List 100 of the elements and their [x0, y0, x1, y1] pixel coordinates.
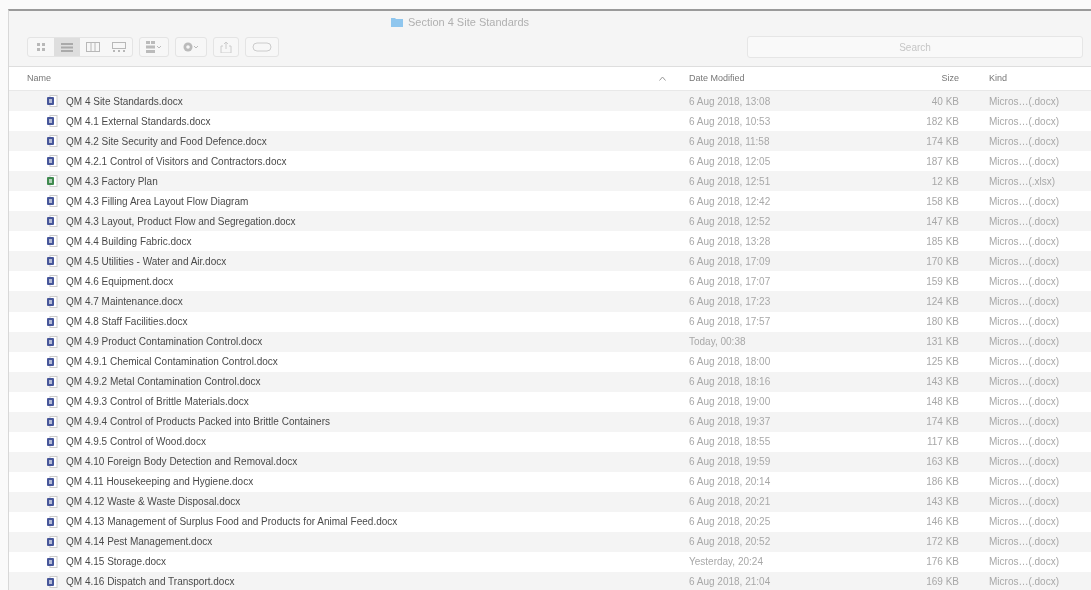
document-icon — [47, 535, 58, 548]
grid-icon — [146, 41, 162, 53]
size-cell: 143 KB — [926, 496, 959, 508]
icons-view-icon — [36, 42, 46, 52]
file-name[interactable]: QM 4.14 Pest Management.docx — [66, 536, 213, 548]
date-cell-text: 6 Aug 2018, 12:05 — [688, 155, 771, 167]
arrange-button[interactable] — [139, 37, 169, 57]
file-name[interactable]: QM 4.9 Product Contamination Control.docx — [66, 336, 263, 348]
size-cell: 40 KB — [931, 95, 959, 107]
document-icon — [47, 135, 58, 148]
file-name[interactable]: QM 4.9.3 Control of Brittle Materials.docx — [66, 396, 249, 408]
file-name[interactable]: QM 4.4 Building Fabric.docx — [66, 235, 192, 247]
file-name[interactable]: QM 4.5 Utilities - Water and Air.docx — [66, 255, 227, 267]
file-name[interactable]: QM 4.13 Management of Surplus Food and Products for Animal Feed.docx — [66, 516, 398, 528]
date-cell-text: 6 Aug 2018, 18:00 — [688, 356, 771, 368]
size-cell: 12 KB — [931, 175, 959, 187]
date-cell-text: 6 Aug 2018, 11:58 — [688, 135, 770, 147]
file-name[interactable]: QM 4.11 Housekeeping and Hygiene.docx — [66, 476, 254, 488]
kind-cell-text: Micros…(.docx) — [988, 436, 1059, 448]
kind-cell-text: Micros…(.docx) — [988, 336, 1059, 348]
file-name[interactable]: QM 4.10 Foreign Body Detection and Removal.docx — [66, 456, 298, 468]
kind-cell-text: Micros…(.docx) — [988, 516, 1059, 528]
document-icon — [47, 195, 58, 208]
kind-cell-text: Micros…(.docx) — [988, 296, 1059, 307]
document-icon — [47, 255, 58, 268]
size-cell: 148 KB — [926, 396, 959, 408]
column-header[interactable]: Date Modified — [679, 73, 745, 84]
size-cell: 125 KB — [926, 356, 959, 368]
file-name[interactable]: QM 4.3 Layout, Product Flow and Segregation.docx — [66, 215, 296, 227]
document-icon — [47, 475, 58, 488]
file-name[interactable]: QM 4.3 Factory Plan — [66, 175, 158, 187]
file-name[interactable]: QM 4.9.5 Control of Wood.docx — [66, 436, 206, 448]
date-cell-text: 6 Aug 2018, 17:07 — [688, 275, 771, 287]
columns-view-icon — [86, 42, 100, 52]
kind-cell-text: Micros…(.docx) — [988, 235, 1059, 247]
date-cell-text: 6 Aug 2018, 20:21 — [688, 496, 771, 508]
size-cell: 176 KB — [926, 556, 959, 568]
kind-cell-text: Micros…(.docx) — [988, 135, 1059, 147]
action-button[interactable] — [175, 37, 207, 57]
file-name[interactable]: QM 4 Site Standards.docx — [66, 95, 183, 107]
kind-cell-text: Micros…(.docx) — [988, 275, 1059, 287]
date-cell-text: Yesterday, 20:24 — [688, 556, 763, 568]
kind-cell-text: Micros…(.docx) — [988, 195, 1059, 207]
share-button[interactable] — [213, 37, 239, 57]
column-header[interactable]: Size — [941, 73, 959, 84]
document-icon — [47, 355, 58, 368]
file-name[interactable]: QM 4.2 Site Security and Food Defence.docx — [66, 135, 267, 147]
document-icon — [47, 495, 58, 508]
document-icon — [47, 435, 58, 448]
tags-button[interactable] — [245, 37, 279, 57]
file-name[interactable]: QM 4.12 Waste & Waste Disposal.docx — [66, 496, 241, 508]
size-cell: 172 KB — [926, 536, 959, 548]
list-view-icon — [61, 42, 73, 52]
size-cell: 169 KB — [926, 576, 959, 588]
size-cell: 143 KB — [926, 376, 959, 388]
size-cell: 146 KB — [926, 516, 959, 528]
gear-icon — [182, 41, 200, 53]
list-view-button[interactable] — [54, 38, 80, 56]
size-cell: 186 KB — [926, 476, 959, 488]
date-cell-text: 6 Aug 2018, 19:37 — [688, 416, 771, 428]
date-cell-text: 6 Aug 2018, 13:28 — [688, 235, 771, 247]
file-name[interactable]: QM 4.2.1 Control of Visitors and Contractors.docx — [66, 155, 287, 167]
document-icon — [47, 395, 58, 408]
file-name[interactable]: QM 4.9.4 Control of Products Packed into Brittle Containers — [66, 416, 330, 428]
size-cell: 180 KB — [926, 316, 959, 328]
size-cell: 163 KB — [926, 456, 959, 468]
tag-icon — [252, 42, 272, 52]
kind-cell-text: Micros…(.docx) — [988, 556, 1059, 568]
kind-cell-text: Micros…(.docx) — [988, 255, 1059, 267]
document-icon — [47, 315, 58, 328]
folder-icon — [390, 17, 403, 27]
size-cell: 174 KB — [926, 416, 959, 428]
kind-cell-text: Micros…(.docx) — [988, 396, 1059, 408]
document-icon — [47, 555, 58, 568]
file-name[interactable]: QM 4.9.1 Chemical Contamination Control.docx — [66, 356, 278, 368]
document-icon — [47, 415, 58, 428]
size-cell: 124 KB — [926, 296, 959, 307]
date-cell-text: 6 Aug 2018, 17:09 — [688, 255, 771, 267]
file-name[interactable]: QM 4.15 Storage.docx — [66, 556, 167, 568]
file-name[interactable]: QM 4.1 External Standards.docx — [66, 115, 211, 127]
size-cell: 170 KB — [926, 255, 959, 267]
document-icon — [47, 335, 58, 348]
document-icon — [47, 175, 58, 188]
size-cell: 117 KB — [926, 436, 959, 448]
column-header[interactable]: Name — [19, 73, 51, 84]
file-name[interactable]: QM 4.8 Staff Facilities.docx — [66, 316, 188, 328]
kind-cell-text: Micros…(.docx) — [988, 215, 1059, 227]
file-name[interactable]: QM 4.16 Dispatch and Transport.docx — [66, 576, 235, 588]
file-name[interactable]: QM 4.9.2 Metal Contamination Control.docx — [66, 376, 261, 388]
date-cell-text: 6 Aug 2018, 20:25 — [688, 516, 771, 528]
size-cell: 185 KB — [926, 235, 959, 247]
file-name[interactable]: QM 4.7 Maintenance.docx — [66, 296, 183, 307]
file-name[interactable]: QM 4.6 Equipment.docx — [66, 275, 174, 287]
document-icon — [47, 295, 58, 308]
column-header[interactable]: Kind — [959, 73, 1007, 84]
sort-chevron-icon[interactable] — [659, 75, 666, 81]
kind-cell-text: Micros…(.docx) — [988, 95, 1059, 107]
document-icon — [47, 115, 58, 128]
file-name[interactable]: QM 4.3 Filling Area Layout Flow Diagram — [66, 195, 249, 207]
date-cell-text: 6 Aug 2018, 12:51 — [688, 175, 771, 187]
